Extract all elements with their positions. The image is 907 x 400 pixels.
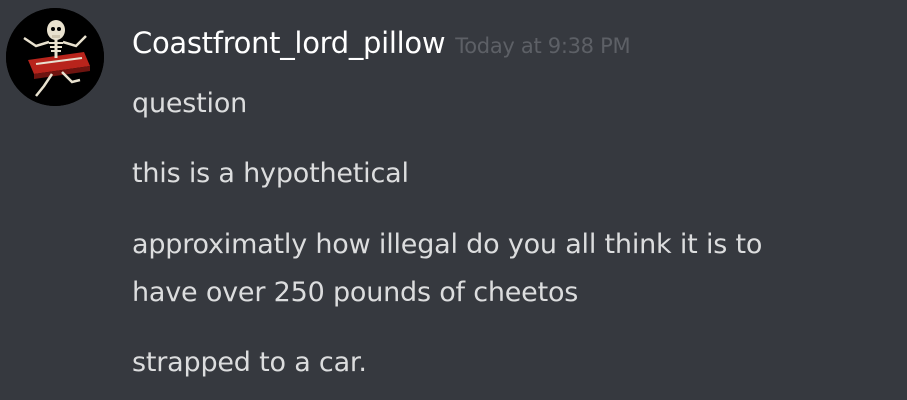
message-line: have over 250 pounds of cheetos — [132, 277, 579, 308]
chat-message: Coastfront_lord_pillow Today at 9:38 PM … — [0, 0, 907, 400]
message-line: this is a hypothetical — [132, 158, 409, 189]
message-line: strapped to a car. — [132, 347, 367, 378]
skeleton-avatar-icon — [6, 8, 104, 106]
username[interactable]: Coastfront_lord_pillow — [132, 26, 446, 60]
message-line: question — [132, 88, 248, 119]
message-line: approximatly how illegal do you all thin… — [132, 229, 763, 260]
user-avatar[interactable] — [6, 8, 104, 106]
timestamp: Today at 9:38 PM — [455, 34, 631, 58]
message-header: Coastfront_lord_pillow Today at 9:38 PM — [132, 26, 631, 60]
